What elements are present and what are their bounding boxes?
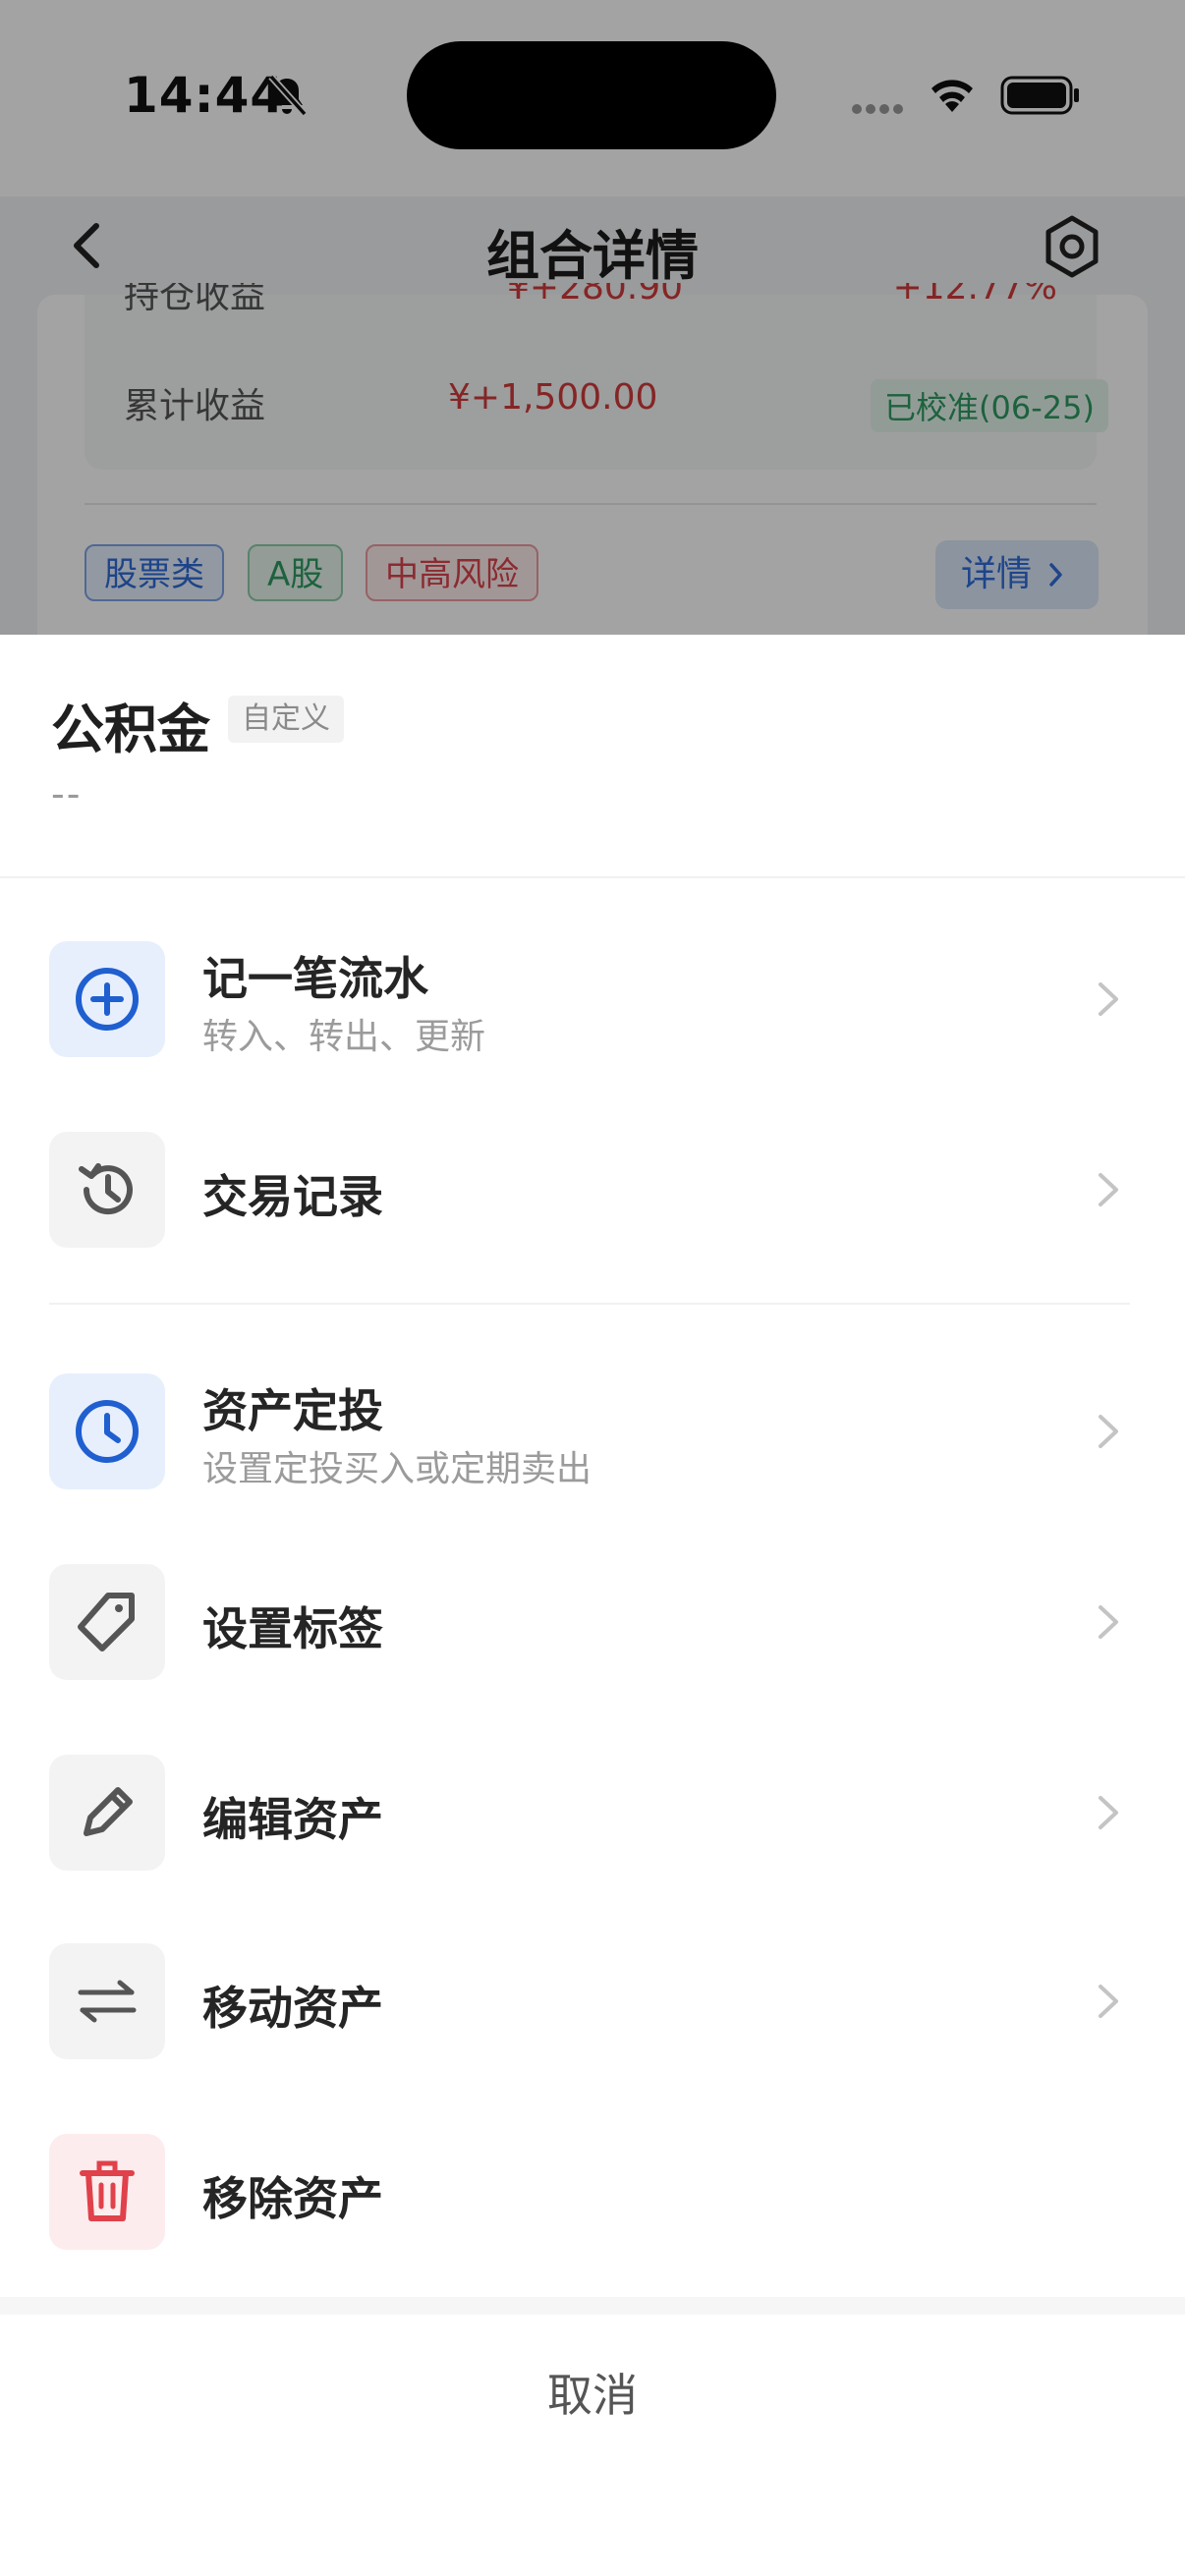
action-sheet: 公积金 自定义 -- 记一笔流水 转入、转出、更新 交易记录 资产定投 设置定投…: [0, 635, 1185, 2576]
menu-item-label: 移除资产: [202, 2172, 383, 2225]
add-circle-icon: [49, 941, 165, 1057]
cancel-button[interactable]: 取消: [0, 2360, 1185, 2425]
chevron-right-icon: [1099, 1985, 1118, 2018]
menu-item-sub: 转入、转出、更新: [202, 1017, 486, 1057]
menu-item-label: 资产定投: [202, 1384, 383, 1437]
history-icon: [49, 1132, 165, 1248]
group-divider: [49, 1303, 1130, 1305]
menu-item-record-flow[interactable]: 记一笔流水 转入、转出、更新: [0, 925, 1185, 1073]
menu-item-label: 设置标签: [202, 1602, 383, 1655]
tag-icon: [49, 1564, 165, 1680]
modal-overlay[interactable]: [0, 0, 1185, 635]
chevron-right-icon: [1099, 1173, 1118, 1206]
pencil-icon: [49, 1755, 165, 1871]
menu-item-remove-asset[interactable]: 移除资产: [0, 2118, 1185, 2266]
menu-item-label: 移动资产: [202, 1982, 383, 2035]
menu-item-set-tags[interactable]: 设置标签: [0, 1548, 1185, 1696]
asset-subtitle: --: [51, 772, 83, 815]
menu-item-transactions[interactable]: 交易记录: [0, 1116, 1185, 1263]
menu-item-label: 交易记录: [202, 1170, 383, 1223]
chevron-right-icon: [1099, 1415, 1118, 1448]
chevron-right-icon: [1099, 982, 1118, 1016]
background-page: 14:44 组合详情 持仓收益 ¥+280.90 +12.77% 累计收益 ¥+…: [0, 0, 1185, 635]
asset-name: 公积金: [51, 699, 210, 760]
trash-icon: [49, 2134, 165, 2250]
cancel-separator: [0, 2297, 1185, 2315]
menu-item-label: 记一笔流水: [202, 952, 428, 1005]
custom-badge: 自定义: [228, 696, 344, 743]
chevron-right-icon: [1099, 1605, 1118, 1639]
menu-item-move-asset[interactable]: 移动资产: [0, 1928, 1185, 2075]
header-divider: [0, 876, 1185, 878]
swap-arrows-icon: [49, 1943, 165, 2059]
menu-item-sub: 设置定投买入或定期卖出: [202, 1449, 592, 1489]
menu-item-auto-invest[interactable]: 资产定投 设置定投买入或定期卖出: [0, 1358, 1185, 1505]
menu-item-label: 编辑资产: [202, 1793, 383, 1846]
clock-icon: [49, 1373, 165, 1489]
chevron-right-icon: [1099, 1796, 1118, 1829]
menu-item-edit-asset[interactable]: 编辑资产: [0, 1739, 1185, 1886]
